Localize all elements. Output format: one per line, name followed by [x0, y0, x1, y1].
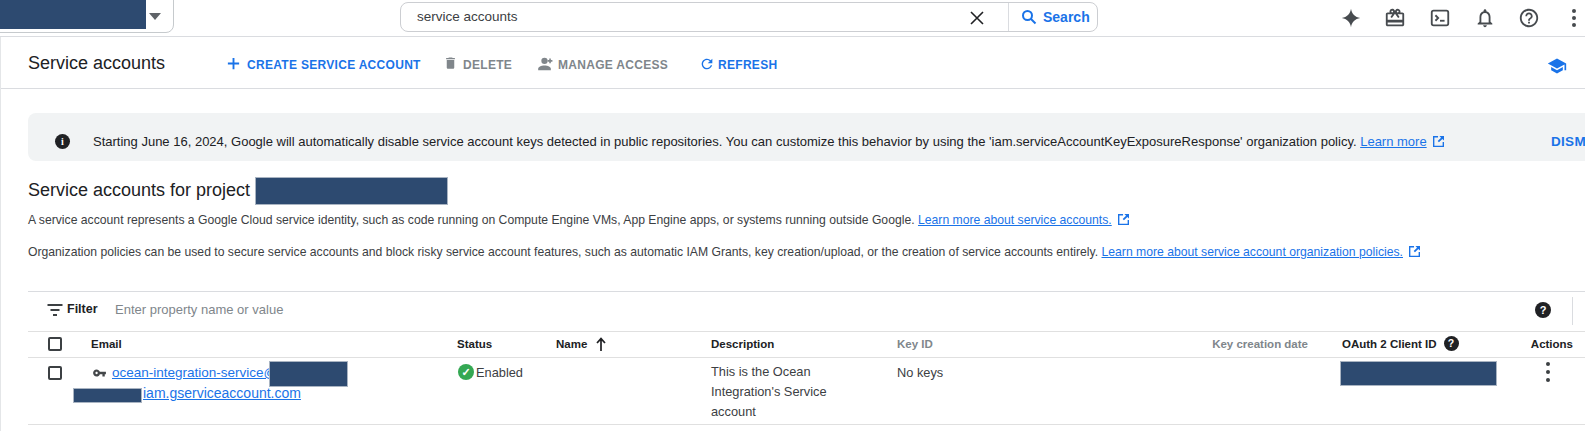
select-all-checkbox[interactable]: [48, 337, 62, 351]
external-link-icon: [1409, 246, 1420, 260]
key-id-value: No keys: [897, 365, 943, 380]
banner-text: Starting June 16, 2024, Google will auto…: [93, 134, 1444, 150]
page-title: Service accounts: [28, 53, 165, 74]
description-line: This is the Ocean: [711, 364, 811, 379]
external-link-icon: [1433, 135, 1444, 150]
plus-icon: [226, 56, 241, 75]
notifications-icon[interactable]: [1474, 7, 1496, 29]
divider: [28, 331, 1585, 332]
column-header-actions[interactable]: Actions: [1510, 338, 1573, 350]
service-accounts-page: service accounts Search Service accounts: [0, 0, 1585, 431]
project-name-redacted: [0, 0, 146, 29]
refresh-icon: [699, 56, 715, 76]
column-header-key-creation-date[interactable]: Key creation date: [1203, 338, 1308, 350]
external-link-icon: [1118, 214, 1129, 228]
description-paragraph-1: A service account represents a Google Cl…: [28, 213, 1129, 228]
filter-help-icon[interactable]: ?: [1535, 302, 1551, 318]
oauth-client-id-redacted: [1340, 361, 1497, 386]
delete-icon: [443, 55, 458, 75]
oauth-help-icon[interactable]: ?: [1444, 336, 1459, 351]
cloud-shell-icon[interactable]: [1429, 7, 1451, 29]
service-account-email-link[interactable]: ocean-integration-service@: [112, 365, 277, 380]
divider: [1008, 3, 1009, 31]
column-header-name[interactable]: Name: [556, 338, 587, 350]
learning-icon[interactable]: [1546, 56, 1568, 80]
more-menu-icon[interactable]: [1571, 7, 1577, 29]
project-id-redacted: [255, 177, 448, 205]
email-redacted-2: [73, 388, 142, 403]
learn-more-service-accounts-link[interactable]: Learn more about service accounts.: [918, 213, 1112, 227]
description-line: account: [711, 404, 756, 419]
email-redacted-1: [269, 361, 348, 387]
column-header-oauth2-client-id[interactable]: OAuth 2 Client ID ?: [1342, 336, 1459, 351]
banner-learn-more-link[interactable]: Learn more: [1360, 134, 1426, 149]
chevron-down-icon: [149, 13, 161, 20]
column-header-status[interactable]: Status: [457, 338, 492, 350]
refresh-button[interactable]: REFRESH: [718, 58, 777, 72]
divider: [1572, 297, 1573, 325]
service-account-email-link-line2[interactable]: iam.gserviceaccount.com: [143, 385, 301, 401]
gift-icon[interactable]: [1384, 7, 1406, 29]
create-service-account-button[interactable]: CREATE SERVICE ACCOUNT: [247, 58, 421, 72]
description-line: Integration's Service: [711, 384, 827, 399]
info-icon: i: [55, 134, 70, 149]
filter-label: Filter: [67, 302, 98, 316]
manage-access-button[interactable]: MANAGE ACCESS: [558, 58, 668, 72]
gemini-icon[interactable]: [1340, 7, 1362, 29]
filter-icon: [47, 304, 62, 316]
description-paragraph-2: Organization policies can be used to sec…: [28, 245, 1420, 260]
search-input[interactable]: service accounts: [417, 9, 518, 24]
row-checkbox[interactable]: [48, 366, 62, 380]
left-panel-edge: [0, 37, 1, 431]
manage-access-icon: [535, 56, 554, 76]
dismiss-button[interactable]: DISMISS: [1551, 134, 1585, 149]
column-header-key-id[interactable]: Key ID: [897, 338, 933, 350]
top-bar: service accounts Search: [0, 0, 1585, 37]
section-heading: Service accounts for project: [28, 180, 250, 201]
learn-more-org-policies-link[interactable]: Learn more about service account organiz…: [1102, 245, 1403, 259]
divider: [28, 357, 1585, 358]
status-enabled-icon: ✓: [458, 364, 474, 380]
filter-input[interactable]: Enter property name or value: [115, 302, 283, 317]
service-account-key-icon: [92, 366, 107, 384]
column-header-description[interactable]: Description: [711, 338, 774, 350]
column-header-email[interactable]: Email: [91, 338, 122, 350]
close-icon[interactable]: [970, 11, 984, 25]
info-banner: i Starting June 16, 2024, Google will au…: [28, 113, 1585, 161]
divider: [28, 291, 1585, 292]
search-icon: [1021, 9, 1037, 29]
row-actions-menu-icon[interactable]: [1540, 361, 1556, 385]
delete-button[interactable]: DELETE: [463, 58, 512, 72]
search-button[interactable]: Search: [1043, 9, 1090, 25]
status-value: Enabled: [476, 365, 523, 380]
action-toolbar: Service accounts CREATE SERVICE ACCOUNT …: [0, 37, 1585, 89]
divider: [28, 424, 1585, 425]
help-icon[interactable]: [1518, 7, 1540, 29]
sort-ascending-icon: [594, 336, 608, 356]
